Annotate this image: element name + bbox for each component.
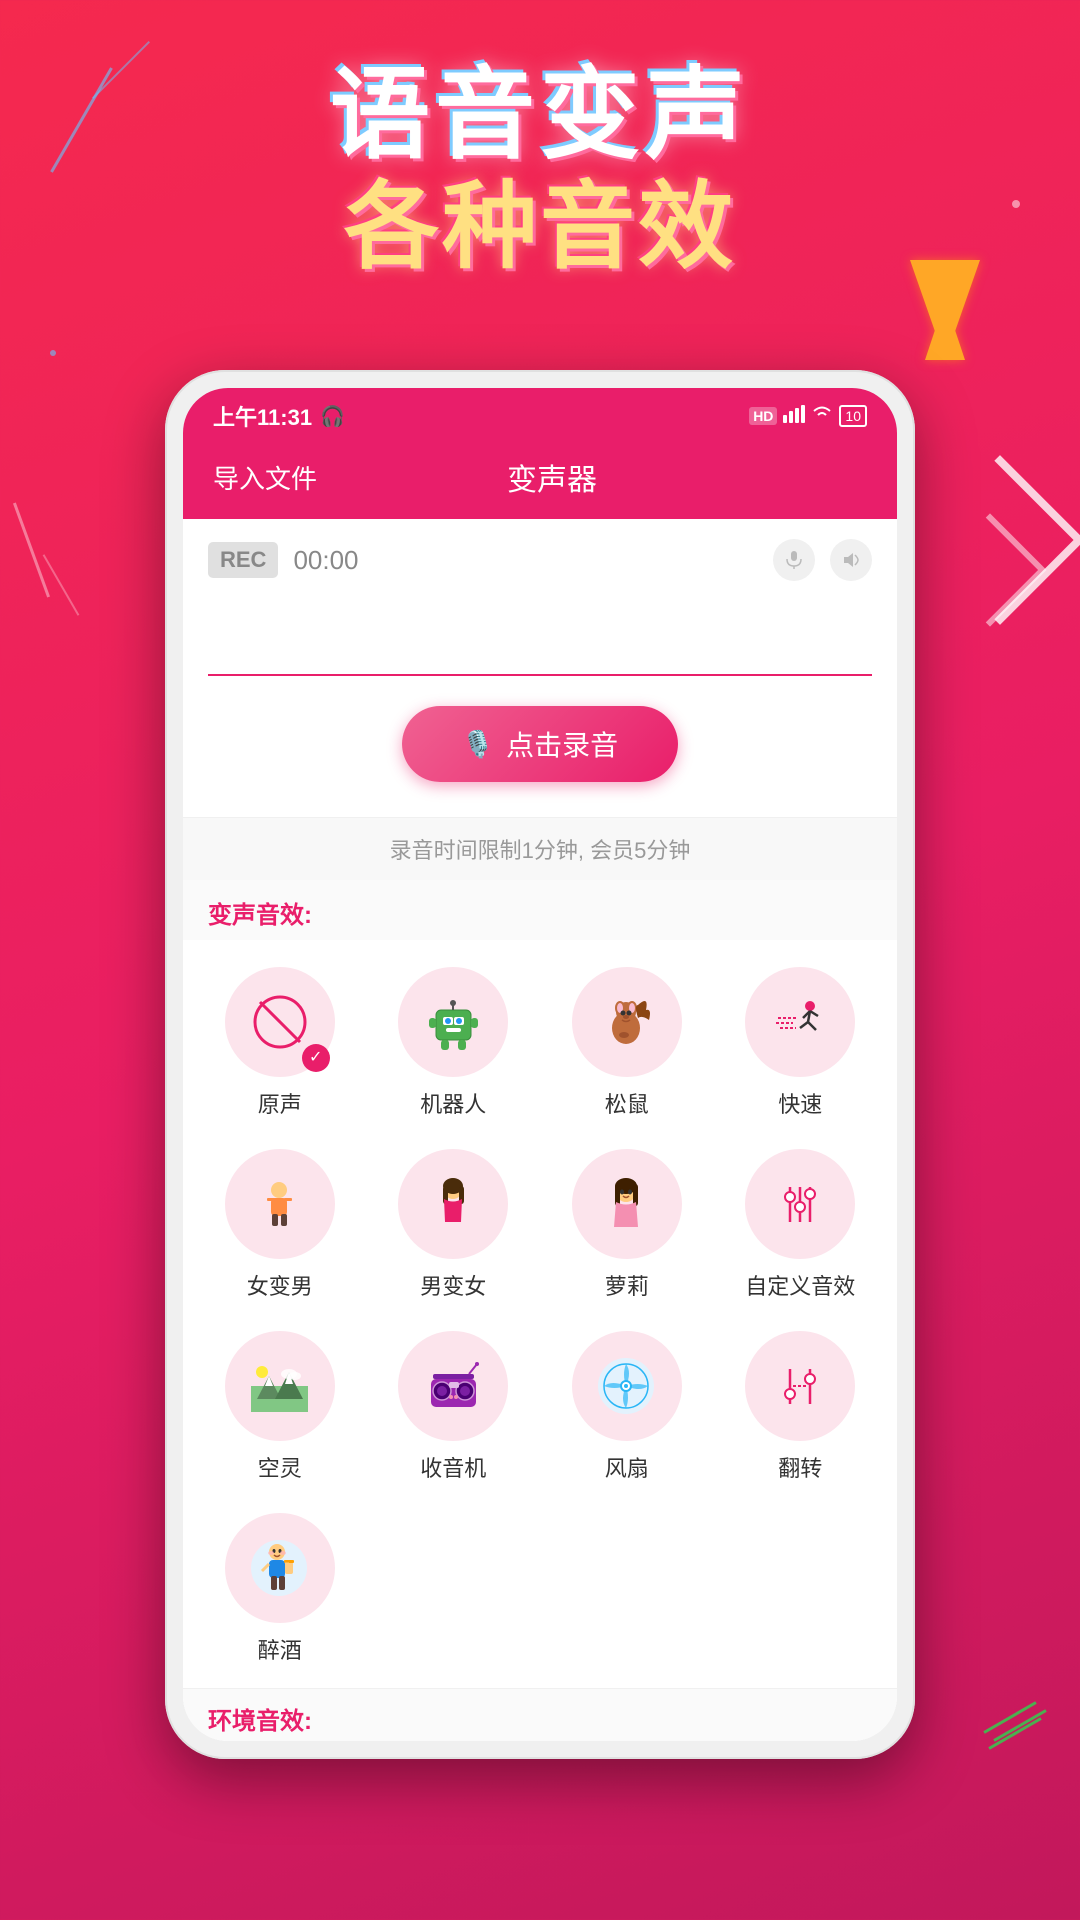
molly-label: 萝莉: [605, 1269, 649, 1301]
app-content: REC 00:00: [183, 519, 897, 1741]
effects-grid: 原声: [183, 940, 897, 1688]
fan-label: 风扇: [605, 1451, 649, 1483]
effects-section-label: 变声音效:: [183, 880, 897, 940]
rec-bar: REC 00:00: [208, 539, 872, 581]
rec-icons: [773, 539, 872, 581]
effects-section: 变声音效: 原声: [183, 880, 897, 1741]
status-right: HD: [749, 405, 867, 428]
mic-button-icon: 🎙️: [462, 729, 494, 760]
record-btn-label: 点击录音: [506, 724, 618, 764]
hero-section: 语音变声 各种音效: [0, 60, 1080, 280]
hd-badge: HD: [749, 407, 777, 425]
app-title: 变声器: [507, 455, 597, 499]
speaker-icon[interactable]: [830, 539, 872, 581]
effect-female-to-male[interactable]: 女变男: [193, 1137, 367, 1319]
phone-frame: 上午11:31 🎧 HD: [165, 370, 915, 1759]
environment-section: 环境音效:: [183, 1688, 897, 1741]
effect-original[interactable]: 原声: [193, 955, 367, 1137]
fast-icon: [745, 967, 855, 1077]
effect-ethereal[interactable]: 空灵: [193, 1319, 367, 1501]
rec-badge: REC: [208, 542, 278, 578]
effect-male-to-female[interactable]: 男变女: [367, 1137, 541, 1319]
rec-time: 00:00: [293, 545, 758, 576]
waveform-line: [208, 674, 872, 676]
radio-icon: [398, 1331, 508, 1441]
hero-title-1: 语音变声: [0, 60, 1080, 170]
ethereal-icon: [225, 1331, 335, 1441]
drunk-icon: [225, 1513, 335, 1623]
wifi-icon: [811, 405, 833, 428]
original-icon: [225, 967, 335, 1077]
battery-icon: 10: [839, 405, 867, 427]
custom-label: 自定义音效: [745, 1269, 855, 1301]
signal-icon: [783, 405, 805, 428]
flip-label: 翻转: [778, 1451, 822, 1483]
fan-icon: [572, 1331, 682, 1441]
ethereal-label: 空灵: [258, 1451, 302, 1483]
status-time: 上午11:31: [213, 400, 312, 432]
effect-robot[interactable]: 机器人: [367, 955, 541, 1137]
app-header: 导入文件 变声器: [183, 440, 897, 519]
mic-icon[interactable]: [773, 539, 815, 581]
effect-molly[interactable]: 萝莉: [540, 1137, 714, 1319]
fast-label: 快速: [778, 1087, 822, 1119]
waveform-area: [208, 596, 872, 676]
effect-drunk[interactable]: 醉酒: [193, 1501, 367, 1683]
drunk-label: 醉酒: [258, 1633, 302, 1665]
headphone-icon: 🎧: [320, 404, 345, 429]
effect-flip[interactable]: 翻转: [714, 1319, 888, 1501]
effect-fan[interactable]: 风扇: [540, 1319, 714, 1501]
effect-radio[interactable]: 收音机: [367, 1319, 541, 1501]
custom-icon: [745, 1149, 855, 1259]
robot-icon: [398, 967, 508, 1077]
phone-screen: 上午11:31 🎧 HD: [183, 388, 897, 1741]
male-to-female-icon: [398, 1149, 508, 1259]
original-label: 原声: [258, 1087, 302, 1119]
record-button[interactable]: 🎙️ 点击录音: [402, 706, 678, 782]
environment-label: 环境音效:: [208, 1708, 312, 1735]
status-left: 上午11:31 🎧: [213, 400, 345, 432]
radio-label: 收音机: [420, 1451, 486, 1483]
import-files-button[interactable]: 导入文件: [213, 459, 317, 496]
record-btn-wrap: 🎙️ 点击录音: [208, 686, 872, 792]
female-to-male-label: 女变男: [247, 1269, 313, 1301]
effect-custom[interactable]: 自定义音效: [714, 1137, 888, 1319]
effect-squirrel[interactable]: 松鼠: [540, 955, 714, 1137]
male-to-female-label: 男变女: [420, 1269, 486, 1301]
phone-mockup: 上午11:31 🎧 HD: [165, 370, 915, 1759]
recording-area: REC 00:00: [183, 519, 897, 817]
status-bar: 上午11:31 🎧 HD: [183, 388, 897, 440]
flip-icon: [745, 1331, 855, 1441]
effect-fast[interactable]: 快速: [714, 955, 888, 1137]
recording-info-bar: 录音时间限制1分钟, 会员5分钟: [183, 817, 897, 880]
molly-icon: [572, 1149, 682, 1259]
squirrel-label: 松鼠: [605, 1087, 649, 1119]
hero-title-2: 各种音效: [0, 175, 1080, 280]
female-to-male-icon: [225, 1149, 335, 1259]
robot-label: 机器人: [420, 1087, 486, 1119]
squirrel-icon: [572, 967, 682, 1077]
recording-info-text: 录音时间限制1分钟, 会员5分钟: [390, 838, 691, 863]
